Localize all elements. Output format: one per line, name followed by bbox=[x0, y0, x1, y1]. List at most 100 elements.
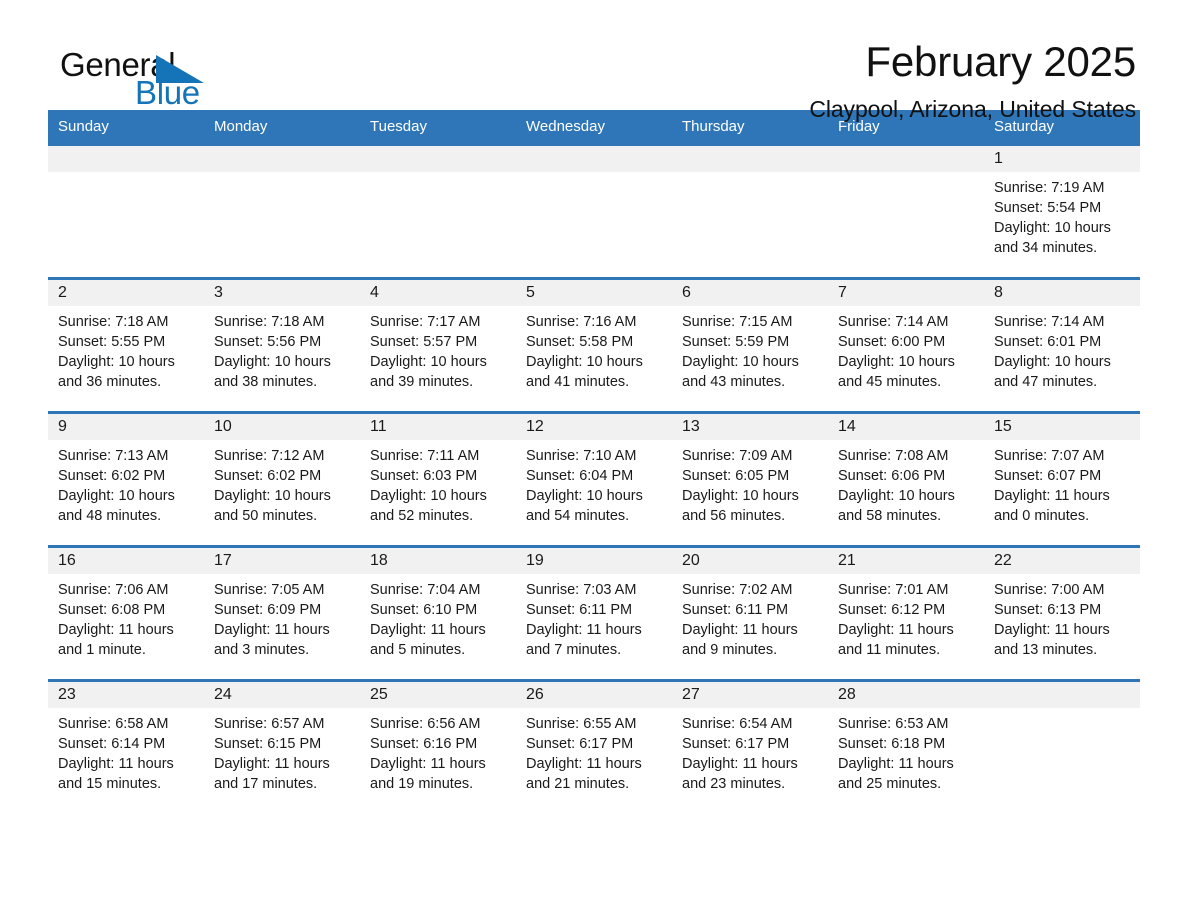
day-details: Sunrise: 7:00 AM Sunset: 6:13 PM Daylight:… bbox=[984, 574, 1140, 660]
daylight-duration-line2: and 13 minutes. bbox=[994, 642, 1098, 658]
calendar-cell bbox=[984, 679, 1140, 813]
day-number: 18 bbox=[360, 548, 516, 574]
daylight-duration-line1: Daylight: 11 hours bbox=[526, 622, 642, 638]
calendar-day-cell[interactable]: 13 Sunrise: 7:09 AM Sunset: 6:05 PM Dayligh… bbox=[672, 411, 828, 545]
daylight-duration-line1: Daylight: 11 hours bbox=[682, 756, 798, 772]
daylight-duration-line1: Daylight: 10 hours bbox=[526, 488, 643, 504]
calendar-day-cell[interactable]: 23 Sunrise: 6:58 AM Sunset: 6:14 PM Dayligh… bbox=[48, 679, 204, 813]
calendar-day-cell[interactable]: 11 Sunrise: 7:11 AM Sunset: 6:03 PM Dayligh… bbox=[360, 411, 516, 545]
daylight-duration-line2: and 43 minutes. bbox=[682, 374, 786, 390]
day-details: Sunrise: 7:11 AM Sunset: 6:03 PM Daylight:… bbox=[360, 440, 516, 526]
calendar-cell: 10 Sunrise: 7:12 AM Sunset: 6:02 PM Dayligh… bbox=[204, 411, 360, 545]
calendar-day-cell[interactable]: 5 Sunrise: 7:16 AM Sunset: 5:58 PM Daylight… bbox=[516, 277, 672, 411]
calendar-day-cell[interactable]: 9 Sunrise: 7:13 AM Sunset: 6:02 PM Daylight… bbox=[48, 411, 204, 545]
calendar-day-cell[interactable]: 15 Sunrise: 7:07 AM Sunset: 6:07 PM Dayligh… bbox=[984, 411, 1140, 545]
calendar-day-cell[interactable]: 3 Sunrise: 7:18 AM Sunset: 5:56 PM Daylight… bbox=[204, 277, 360, 411]
day-number: 16 bbox=[48, 548, 204, 574]
sunrise-time: Sunrise: 6:54 AM bbox=[682, 716, 793, 732]
calendar-day-cell[interactable]: 2 Sunrise: 7:18 AM Sunset: 5:55 PM Daylight… bbox=[48, 277, 204, 411]
daylight-duration-line1: Daylight: 11 hours bbox=[58, 756, 174, 772]
calendar-day-cell[interactable]: 16 Sunrise: 7:06 AM Sunset: 6:08 PM Dayligh… bbox=[48, 545, 204, 679]
sunset-time: Sunset: 6:06 PM bbox=[838, 468, 946, 484]
calendar-cell: 5 Sunrise: 7:16 AM Sunset: 5:58 PM Daylight… bbox=[516, 277, 672, 411]
sunset-time: Sunset: 6:17 PM bbox=[682, 736, 790, 752]
sunrise-time: Sunrise: 7:10 AM bbox=[526, 448, 637, 464]
calendar-day-cell[interactable]: 4 Sunrise: 7:17 AM Sunset: 5:57 PM Daylight… bbox=[360, 277, 516, 411]
day-number: 13 bbox=[672, 414, 828, 440]
calendar-day-cell[interactable]: 27 Sunrise: 6:54 AM Sunset: 6:17 PM Dayligh… bbox=[672, 679, 828, 813]
calendar-day-cell[interactable]: 22 Sunrise: 7:00 AM Sunset: 6:13 PM Dayligh… bbox=[984, 545, 1140, 679]
daylight-duration-line1: Daylight: 10 hours bbox=[58, 354, 175, 370]
day-number: 19 bbox=[516, 548, 672, 574]
sunrise-time: Sunrise: 7:11 AM bbox=[370, 448, 480, 464]
calendar-day-cell-empty bbox=[672, 143, 828, 277]
calendar-cell: 4 Sunrise: 7:17 AM Sunset: 5:57 PM Daylight… bbox=[360, 277, 516, 411]
calendar-day-cell-empty bbox=[516, 143, 672, 277]
sunrise-time: Sunrise: 7:02 AM bbox=[682, 582, 793, 598]
day-number: 28 bbox=[828, 682, 984, 708]
day-number: 5 bbox=[516, 280, 672, 306]
daylight-duration-line2: and 25 minutes. bbox=[838, 776, 942, 792]
day-details: Sunrise: 7:10 AM Sunset: 6:04 PM Daylight:… bbox=[516, 440, 672, 526]
daylight-duration-line2: and 39 minutes. bbox=[370, 374, 474, 390]
sunrise-time: Sunrise: 7:19 AM bbox=[994, 180, 1105, 196]
day-details: Sunrise: 7:03 AM Sunset: 6:11 PM Daylight:… bbox=[516, 574, 672, 660]
daylight-duration-line1: Daylight: 11 hours bbox=[370, 622, 486, 638]
day-number: 9 bbox=[48, 414, 204, 440]
calendar-cell bbox=[516, 143, 672, 277]
calendar-day-cell[interactable]: 17 Sunrise: 7:05 AM Sunset: 6:09 PM Dayligh… bbox=[204, 545, 360, 679]
calendar-week-row: 16 Sunrise: 7:06 AM Sunset: 6:08 PM Dayligh… bbox=[48, 545, 1140, 679]
day-number: 21 bbox=[828, 548, 984, 574]
day-details: Sunrise: 7:15 AM Sunset: 5:59 PM Daylight:… bbox=[672, 306, 828, 392]
sunrise-time: Sunrise: 7:18 AM bbox=[214, 314, 325, 330]
daylight-duration-line2: and 3 minutes. bbox=[214, 642, 310, 658]
calendar-day-cell[interactable]: 12 Sunrise: 7:10 AM Sunset: 6:04 PM Dayligh… bbox=[516, 411, 672, 545]
calendar-day-cell[interactable]: 14 Sunrise: 7:08 AM Sunset: 6:06 PM Dayligh… bbox=[828, 411, 984, 545]
calendar-page: General Blue February 2025 Claypool, Ari… bbox=[0, 0, 1188, 918]
daylight-duration-line2: and 11 minutes. bbox=[838, 642, 941, 658]
calendar-cell: 7 Sunrise: 7:14 AM Sunset: 6:00 PM Daylight… bbox=[828, 277, 984, 411]
day-number: 26 bbox=[516, 682, 672, 708]
day-number: 14 bbox=[828, 414, 984, 440]
calendar-day-cell[interactable]: 25 Sunrise: 6:56 AM Sunset: 6:16 PM Dayligh… bbox=[360, 679, 516, 813]
daylight-duration-line1: Daylight: 10 hours bbox=[682, 354, 799, 370]
sunset-time: Sunset: 6:15 PM bbox=[214, 736, 322, 752]
calendar-day-cell[interactable]: 10 Sunrise: 7:12 AM Sunset: 6:02 PM Dayligh… bbox=[204, 411, 360, 545]
calendar-day-cell-empty bbox=[984, 679, 1140, 813]
calendar-cell: 14 Sunrise: 7:08 AM Sunset: 6:06 PM Dayligh… bbox=[828, 411, 984, 545]
sunset-time: Sunset: 5:56 PM bbox=[214, 334, 322, 350]
daylight-duration-line2: and 9 minutes. bbox=[682, 642, 778, 658]
daylight-duration-line2: and 19 minutes. bbox=[370, 776, 474, 792]
day-number bbox=[984, 682, 1140, 708]
daylight-duration-line1: Daylight: 11 hours bbox=[994, 622, 1110, 638]
day-details: Sunrise: 7:17 AM Sunset: 5:57 PM Daylight:… bbox=[360, 306, 516, 392]
day-details: Sunrise: 7:05 AM Sunset: 6:09 PM Daylight:… bbox=[204, 574, 360, 660]
sunset-time: Sunset: 6:10 PM bbox=[370, 602, 478, 618]
daylight-duration-line1: Daylight: 10 hours bbox=[214, 488, 331, 504]
calendar-day-cell[interactable]: 6 Sunrise: 7:15 AM Sunset: 5:59 PM Daylight… bbox=[672, 277, 828, 411]
calendar-day-cell[interactable]: 19 Sunrise: 7:03 AM Sunset: 6:11 PM Dayligh… bbox=[516, 545, 672, 679]
calendar-day-cell[interactable]: 8 Sunrise: 7:14 AM Sunset: 6:01 PM Daylight… bbox=[984, 277, 1140, 411]
calendar-cell: 27 Sunrise: 6:54 AM Sunset: 6:17 PM Dayligh… bbox=[672, 679, 828, 813]
sunset-time: Sunset: 6:02 PM bbox=[58, 468, 166, 484]
sunrise-time: Sunrise: 7:14 AM bbox=[838, 314, 949, 330]
calendar-day-cell[interactable]: 26 Sunrise: 6:55 AM Sunset: 6:17 PM Dayligh… bbox=[516, 679, 672, 813]
calendar-cell: 21 Sunrise: 7:01 AM Sunset: 6:12 PM Dayligh… bbox=[828, 545, 984, 679]
day-details: Sunrise: 7:14 AM Sunset: 6:01 PM Daylight:… bbox=[984, 306, 1140, 392]
calendar-day-cell[interactable]: 20 Sunrise: 7:02 AM Sunset: 6:11 PM Dayligh… bbox=[672, 545, 828, 679]
daylight-duration-line1: Daylight: 11 hours bbox=[214, 622, 330, 638]
calendar-day-cell[interactable]: 28 Sunrise: 6:53 AM Sunset: 6:18 PM Dayligh… bbox=[828, 679, 984, 813]
daylight-duration-line2: and 21 minutes. bbox=[526, 776, 630, 792]
brand-logo[interactable]: General Blue bbox=[60, 48, 250, 118]
daylight-duration-line2: and 1 minute. bbox=[58, 642, 146, 658]
daylight-duration-line2: and 56 minutes. bbox=[682, 508, 786, 524]
day-number bbox=[672, 146, 828, 172]
day-details: Sunrise: 7:13 AM Sunset: 6:02 PM Daylight:… bbox=[48, 440, 204, 526]
calendar-day-cell[interactable]: 18 Sunrise: 7:04 AM Sunset: 6:10 PM Dayligh… bbox=[360, 545, 516, 679]
calendar-day-cell[interactable]: 1 Sunrise: 7:19 AM Sunset: 5:54 PM Daylight… bbox=[984, 143, 1140, 277]
calendar-cell bbox=[204, 143, 360, 277]
calendar-day-cell-empty bbox=[828, 143, 984, 277]
calendar-day-cell[interactable]: 7 Sunrise: 7:14 AM Sunset: 6:00 PM Daylight… bbox=[828, 277, 984, 411]
calendar-day-cell[interactable]: 21 Sunrise: 7:01 AM Sunset: 6:12 PM Dayligh… bbox=[828, 545, 984, 679]
calendar-day-cell[interactable]: 24 Sunrise: 6:57 AM Sunset: 6:15 PM Dayligh… bbox=[204, 679, 360, 813]
